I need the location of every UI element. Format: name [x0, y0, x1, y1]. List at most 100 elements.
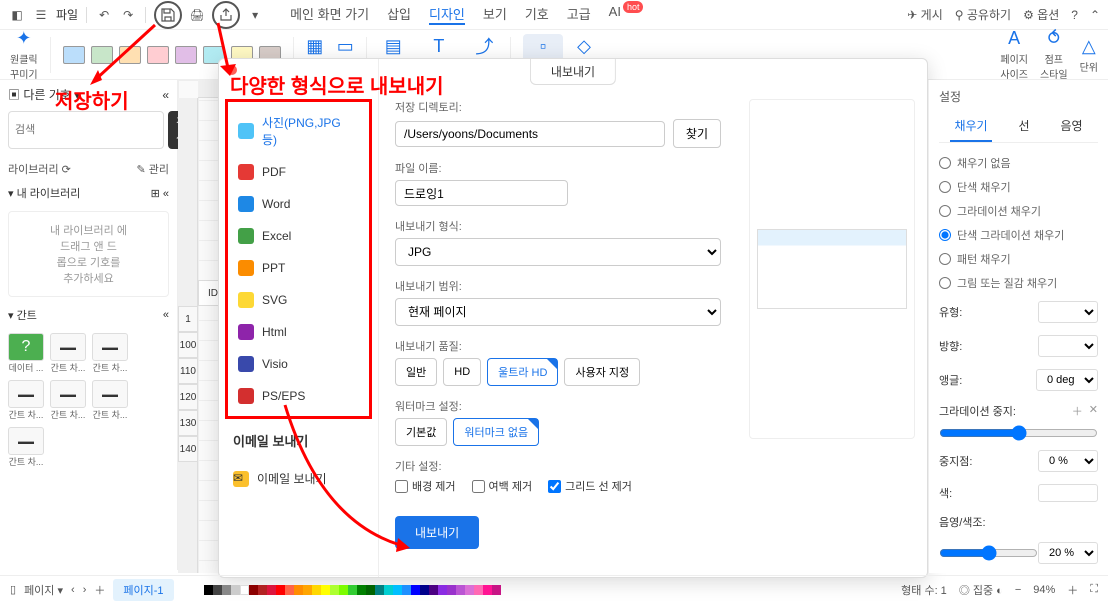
- thumb-help[interactable]: ?: [8, 333, 44, 361]
- filename-input[interactable]: [395, 180, 568, 206]
- tab-view[interactable]: 보기: [483, 4, 507, 25]
- fill-solid-gradient[interactable]: 단색 그라데이션 채우기: [939, 223, 1098, 247]
- watermark-none[interactable]: 워터마크 없음: [453, 418, 539, 446]
- quality-custom[interactable]: 사용자 지정: [564, 358, 640, 386]
- thumb-gantt[interactable]: ▬▬: [50, 333, 86, 361]
- format-excel[interactable]: Excel: [228, 220, 369, 252]
- fill-pattern[interactable]: 패턴 채우기: [939, 247, 1098, 271]
- mylib-toggle[interactable]: ▾ 내 라이브러리: [8, 185, 80, 201]
- library-label[interactable]: 라이브러리 ⟳: [8, 161, 71, 177]
- menu-icon[interactable]: ☰: [32, 6, 50, 24]
- tab-shadow[interactable]: 음영: [1056, 111, 1086, 142]
- prev-page-icon[interactable]: ‹: [71, 584, 75, 596]
- unit-button[interactable]: △단위: [1080, 36, 1098, 74]
- collapse-icon[interactable]: ⌃: [1090, 8, 1100, 22]
- preview-thumbnail: [757, 229, 907, 309]
- quality-normal[interactable]: 일반: [395, 358, 437, 386]
- zoom-value[interactable]: 94%: [1033, 584, 1055, 596]
- pagesize-button[interactable]: A페이지 사이즈: [1000, 28, 1028, 81]
- midpoint-select[interactable]: 0 %: [1038, 450, 1098, 472]
- color-swatch[interactable]: [1038, 484, 1098, 502]
- page-tab[interactable]: 페이지-1: [113, 579, 173, 601]
- find-button[interactable]: 찾기: [673, 119, 721, 148]
- row-header[interactable]: 120: [178, 384, 198, 410]
- direction-select[interactable]: [1038, 335, 1098, 357]
- thumb-gantt[interactable]: ▬▬: [92, 333, 128, 361]
- range-select[interactable]: 현재 페이지: [395, 298, 721, 326]
- fit-icon[interactable]: ⛶: [1090, 583, 1098, 596]
- next-page-icon[interactable]: ›: [83, 584, 87, 596]
- shade-slider[interactable]: [939, 545, 1038, 561]
- tab-symbol[interactable]: 기호: [525, 4, 549, 25]
- mylib-add-icon[interactable]: ⊞ «: [151, 187, 169, 200]
- format-ppt[interactable]: PPT: [228, 252, 369, 284]
- mylib-dropzone[interactable]: 내 라이브러리 에 드래그 앤 드 롭으로 기호를 추가하세요: [8, 211, 169, 297]
- zoom-out-icon[interactable]: −: [1015, 584, 1021, 596]
- shade-value[interactable]: 20 %: [1038, 542, 1098, 564]
- thumb-gantt[interactable]: ▬▬: [50, 380, 86, 408]
- oneclick-style-button[interactable]: ✦원클릭 꾸미기: [10, 28, 38, 81]
- format-select[interactable]: JPG: [395, 238, 721, 266]
- help-icon[interactable]: ?: [1071, 8, 1078, 22]
- thumb-gantt[interactable]: ▬▬: [8, 427, 44, 455]
- tab-fill[interactable]: 채우기: [950, 111, 991, 142]
- chk-remove-grid[interactable]: 그리드 선 제거: [548, 478, 632, 494]
- shade-label: 음영/색조:: [939, 514, 986, 530]
- menu-tabs: 메인 화면 가기 삽입 디자인 보기 기호 고급 AIhot: [290, 4, 643, 25]
- type-select[interactable]: [1038, 301, 1098, 323]
- tab-line[interactable]: 선: [1014, 111, 1033, 142]
- search-input[interactable]: [8, 111, 164, 149]
- format-word[interactable]: Word: [228, 188, 369, 220]
- thumb-gantt[interactable]: ▬▬: [8, 380, 44, 408]
- quality-hd[interactable]: HD: [443, 358, 481, 386]
- tab-design[interactable]: 디자인: [429, 4, 465, 25]
- tab-advanced[interactable]: 고급: [567, 4, 591, 25]
- format-label: 내보내기 형식:: [395, 218, 721, 234]
- color-strip[interactable]: [204, 585, 501, 595]
- format-photo[interactable]: 사진(PNG,JPG 등): [228, 106, 369, 156]
- options-button[interactable]: ⚙ 옵션: [1023, 6, 1059, 23]
- sidebar-toggle-icon[interactable]: ◧: [8, 6, 26, 24]
- add-page-icon[interactable]: ＋: [94, 582, 105, 598]
- format-pdf[interactable]: PDF: [228, 156, 369, 188]
- jumpstyle-button[interactable]: ⥀점프 스타일: [1040, 28, 1068, 81]
- dir-input[interactable]: [395, 121, 665, 147]
- page-dropdown[interactable]: 페이지 ▾: [24, 582, 63, 598]
- annotation-arrow-save: [80, 20, 170, 90]
- fill-solid[interactable]: 단색 채우기: [939, 175, 1098, 199]
- tab-home[interactable]: 메인 화면 가기: [290, 4, 369, 25]
- status-bar: ▯ 페이지 ▾ ‹ › ＋ 페이지-1 형태 수: 1 ◎ 집중 ◐ − 94%…: [0, 575, 1108, 603]
- fill-texture[interactable]: 그림 또는 질감 채우기: [939, 271, 1098, 295]
- chk-remove-margin[interactable]: 여백 제거: [472, 478, 533, 494]
- thumb-gantt[interactable]: ▬▬: [92, 380, 128, 408]
- format-visio[interactable]: Visio: [228, 348, 369, 380]
- manage-link[interactable]: ✎ 관리: [136, 161, 169, 177]
- format-html[interactable]: Html: [228, 316, 369, 348]
- tab-ai[interactable]: AIhot: [609, 4, 644, 25]
- zoom-in-icon[interactable]: ＋: [1067, 582, 1078, 598]
- gantt-toggle[interactable]: ▾ 간트: [8, 307, 37, 323]
- publish-button[interactable]: ✈ 게시: [907, 6, 942, 23]
- format-svg[interactable]: SVG: [228, 284, 369, 316]
- row-header[interactable]: 140: [178, 436, 198, 462]
- layout-icon[interactable]: ▯: [10, 583, 16, 596]
- tab-insert[interactable]: 삽입: [387, 4, 411, 25]
- fill-none[interactable]: 채우기 없음: [939, 151, 1098, 175]
- print-icon[interactable]: 🖨: [188, 6, 206, 24]
- row-header[interactable]: 1: [178, 306, 198, 332]
- row-header[interactable]: 100: [178, 332, 198, 358]
- dialog-preview: [737, 59, 927, 577]
- gantt-collapse-icon[interactable]: «: [163, 309, 169, 321]
- add-stop-icon[interactable]: ＋: [1072, 403, 1083, 419]
- quality-label: 내보내기 품질:: [395, 338, 721, 354]
- quality-ultrahd[interactable]: 울트라 HD: [487, 358, 558, 386]
- share-button[interactable]: ⚲ 공유하기: [955, 6, 1011, 23]
- row-header[interactable]: 130: [178, 410, 198, 436]
- file-menu[interactable]: 파일: [56, 6, 78, 23]
- remove-stop-icon[interactable]: ✕: [1089, 403, 1098, 419]
- angle-select[interactable]: 0 deg: [1036, 369, 1098, 391]
- row-header[interactable]: 110: [178, 358, 198, 384]
- focus-toggle[interactable]: ◎ 집중 ◐: [959, 582, 1003, 598]
- gradient-slider[interactable]: [939, 425, 1098, 441]
- fill-gradient[interactable]: 그라데이션 채우기: [939, 199, 1098, 223]
